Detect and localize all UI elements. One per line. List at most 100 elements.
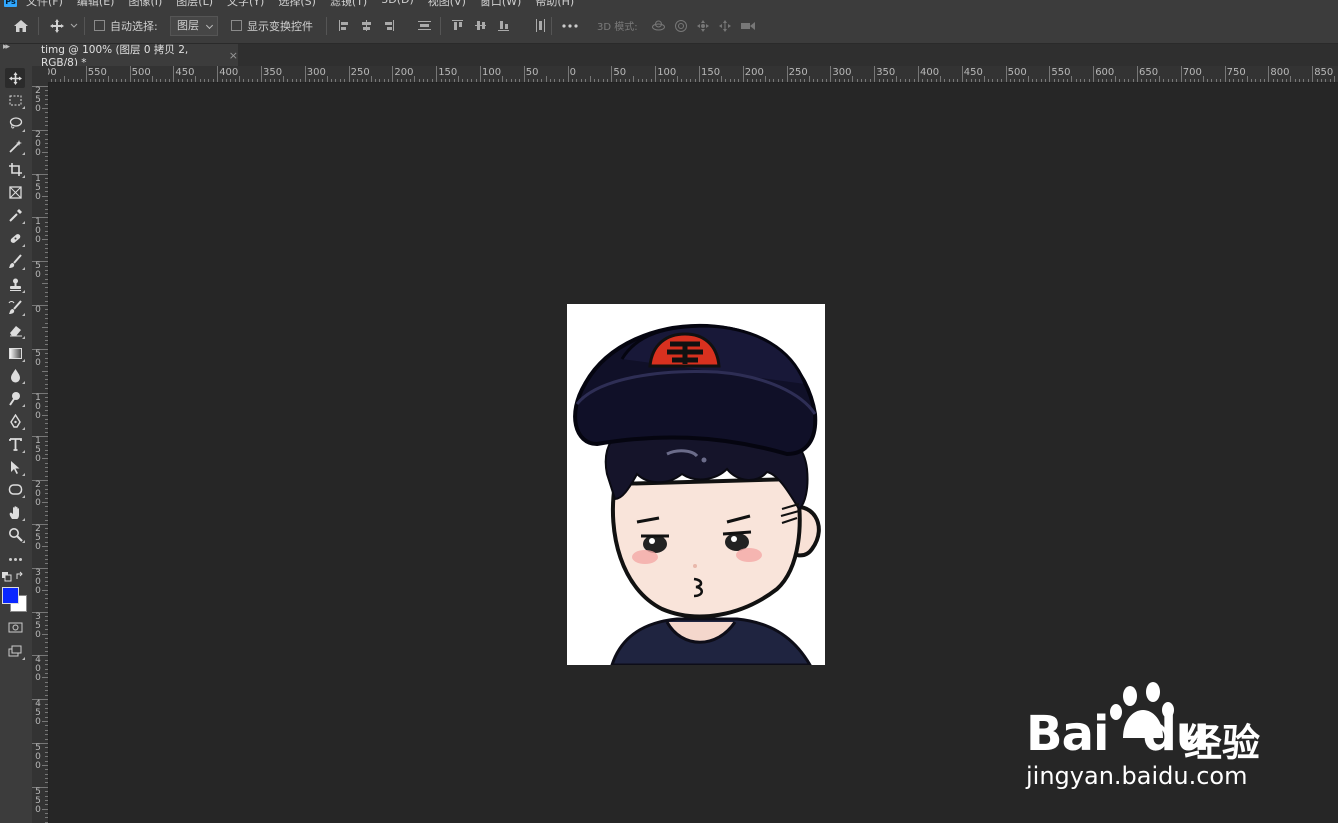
lasso-icon[interactable]	[5, 113, 25, 133]
ruler-minor-tick	[45, 309, 48, 311]
vertical-ruler[interactable]: 250 200 150 100 50 0 50 100 150 200 250 300 350 400 45…	[32, 82, 49, 823]
show-transform-checkbox[interactable]: 显示变换控件	[231, 8, 313, 43]
ruler-minor-tick	[45, 318, 48, 320]
close-tab-icon[interactable]: ×	[229, 49, 238, 62]
menu-item[interactable]: 文件(F)	[26, 0, 63, 8]
marquee-icon[interactable]	[5, 90, 25, 110]
ruler-label: 100	[35, 217, 41, 246]
shape-icon[interactable]	[5, 479, 25, 499]
ruler-minor-tick	[777, 79, 779, 82]
align-left-icon[interactable]	[338, 19, 351, 32]
orbit-icon[interactable]	[651, 19, 666, 33]
type-icon[interactable]	[5, 434, 25, 454]
stamp-icon[interactable]	[5, 274, 25, 294]
more-options-icon[interactable]	[562, 8, 578, 43]
distribute-horizontal-icon[interactable]	[534, 18, 547, 33]
scale-3d-icon[interactable]	[740, 20, 756, 32]
ruler-minor-tick	[42, 414, 48, 416]
default-colors-icon[interactable]	[2, 572, 12, 585]
healing-icon[interactable]	[5, 228, 25, 248]
menu-item[interactable]: 图像(I)	[128, 0, 162, 8]
ruler-minor-tick	[45, 182, 48, 184]
align-vcenter-icon[interactable]	[474, 19, 487, 32]
ruler-minor-tick	[42, 326, 48, 328]
auto-select-value[interactable]: 图层	[170, 15, 218, 36]
pan-3d-icon[interactable]	[696, 19, 710, 33]
ruler-minor-tick	[843, 79, 845, 82]
slide-3d-icon[interactable]	[718, 19, 732, 33]
crop-icon[interactable]	[5, 159, 25, 179]
ruler-label: 450	[963, 67, 983, 78]
ruler-minor-tick	[352, 79, 354, 82]
menu-item[interactable]: 视图(V)	[428, 0, 466, 8]
menu-item[interactable]: 选择(S)	[278, 0, 316, 8]
menu-item[interactable]: 编辑(E)	[77, 0, 115, 8]
pen-icon[interactable]	[5, 411, 25, 431]
menu-item[interactable]: 帮助(H)	[535, 0, 574, 8]
align-hcenter-icon[interactable]	[360, 19, 373, 32]
checkbox-box[interactable]	[94, 20, 105, 31]
ruler-minor-tick	[1250, 79, 1252, 82]
ruler-minor-tick	[602, 79, 604, 82]
menu-item[interactable]: 窗口(W)	[480, 0, 521, 8]
menu-item[interactable]: 滤镜(T)	[330, 0, 367, 8]
align-top-icon[interactable]	[451, 19, 464, 32]
screen-mode-icon[interactable]	[5, 641, 25, 661]
ruler-minor-tick	[45, 778, 48, 780]
document-canvas[interactable]	[567, 304, 825, 665]
ruler-minor-tick	[45, 813, 48, 815]
ruler-minor-tick	[45, 230, 48, 232]
magic-wand-icon[interactable]	[5, 136, 25, 156]
move-icon[interactable]	[5, 68, 25, 88]
dodge-icon[interactable]	[5, 388, 25, 408]
blur-icon[interactable]	[5, 365, 25, 385]
ruler-minor-tick	[63, 76, 65, 82]
move-tool-preset-icon[interactable]	[49, 8, 79, 43]
ruler-label: 150	[701, 67, 721, 78]
swap-colors-icon[interactable]	[15, 571, 25, 584]
auto-select-checkbox[interactable]: 自动选择:	[94, 8, 158, 43]
menu-item[interactable]: 图层(L)	[176, 0, 213, 8]
history-brush-icon[interactable]	[5, 297, 25, 317]
path-select-icon[interactable]	[5, 457, 25, 477]
ruler-minor-tick	[650, 79, 652, 82]
roll-icon[interactable]	[674, 19, 688, 33]
ruler-minor-tick	[45, 637, 48, 639]
panel-collapse-icon[interactable]: ▸▸	[3, 42, 10, 52]
ruler-minor-tick	[1075, 79, 1077, 82]
eyedropper-icon[interactable]	[5, 205, 25, 225]
menu-item[interactable]: 文字(Y)	[227, 0, 264, 8]
ruler-minor-tick	[247, 79, 249, 82]
eraser-icon[interactable]	[5, 320, 25, 340]
distribute-vertical-icon[interactable]	[417, 19, 432, 32]
align-bottom-icon[interactable]	[497, 19, 510, 32]
ruler-minor-tick	[45, 712, 48, 714]
ruler-minor-tick	[45, 410, 48, 412]
ruler-minor-tick	[45, 475, 48, 477]
ruler-minor-tick	[720, 76, 722, 82]
document-tab[interactable]: timg @ 100% (图层 0 拷贝 2, RGB/8) * ×	[32, 44, 238, 69]
align-right-icon[interactable]	[382, 19, 395, 32]
ruler-minor-tick	[366, 79, 368, 82]
zoom-icon[interactable]	[5, 524, 25, 544]
more-tools-icon[interactable]	[5, 549, 25, 569]
gradient-icon[interactable]	[5, 343, 25, 363]
ruler-minor-tick	[528, 79, 530, 82]
ruler-minor-tick	[1066, 79, 1068, 82]
ruler-minor-tick	[628, 79, 630, 82]
checkbox-box[interactable]	[231, 20, 242, 31]
ruler-minor-tick	[45, 672, 48, 674]
frame-icon[interactable]	[5, 182, 25, 202]
ruler-minor-tick	[45, 291, 48, 293]
quick-mask-icon[interactable]	[5, 617, 25, 637]
foreground-color-swatch[interactable]	[2, 587, 19, 604]
ruler-minor-tick	[764, 76, 766, 82]
menu-item[interactable]: 3D(D)	[381, 0, 414, 8]
hand-icon[interactable]	[5, 502, 25, 522]
ruler-minor-tick	[45, 366, 48, 368]
ruler-label: 250	[35, 86, 41, 114]
brush-icon[interactable]	[5, 251, 25, 271]
horizontal-ruler[interactable]: 0055050045040035030025020015010050050100…	[48, 66, 1338, 83]
auto-select-dropdown[interactable]: 图层	[170, 8, 218, 43]
home-icon[interactable]	[12, 8, 30, 43]
